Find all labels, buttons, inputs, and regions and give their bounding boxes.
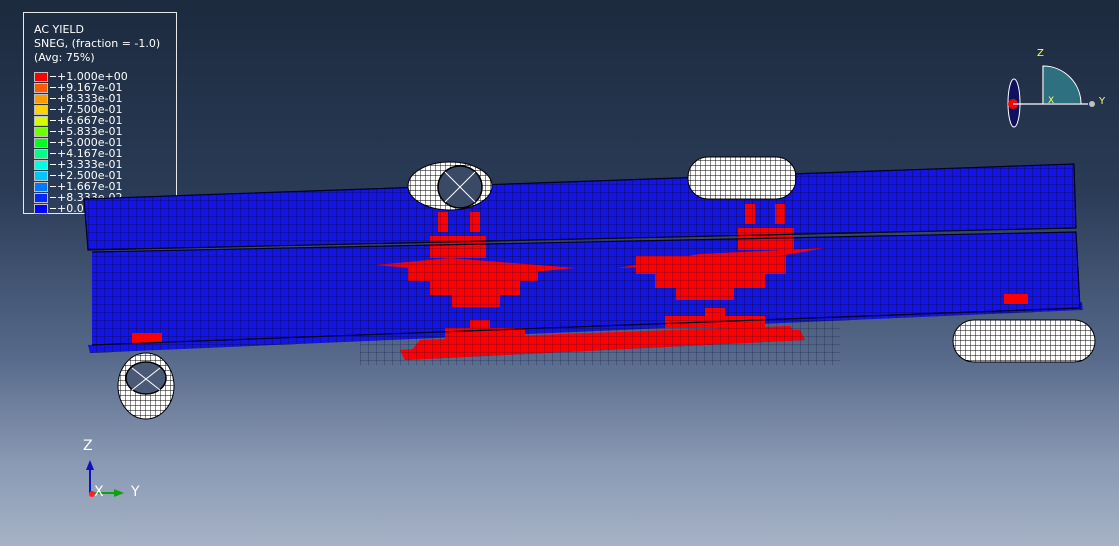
global-z-label: Z [83,438,93,454]
global-y-label: Y [131,484,140,500]
load-roller-right [687,156,797,200]
viewport-scene[interactable] [0,0,1119,546]
global-axis-triad [86,460,124,497]
global-x-label: X [94,484,104,500]
yield-zones-mesh [360,200,840,365]
load-roller-left [407,161,493,211]
triad-z-label: Z [1037,48,1044,59]
triad-y-label: Y [1099,96,1106,107]
support-roller-right [952,319,1096,363]
triad-x-label: X [1048,96,1055,106]
support-roller-left [117,352,175,420]
